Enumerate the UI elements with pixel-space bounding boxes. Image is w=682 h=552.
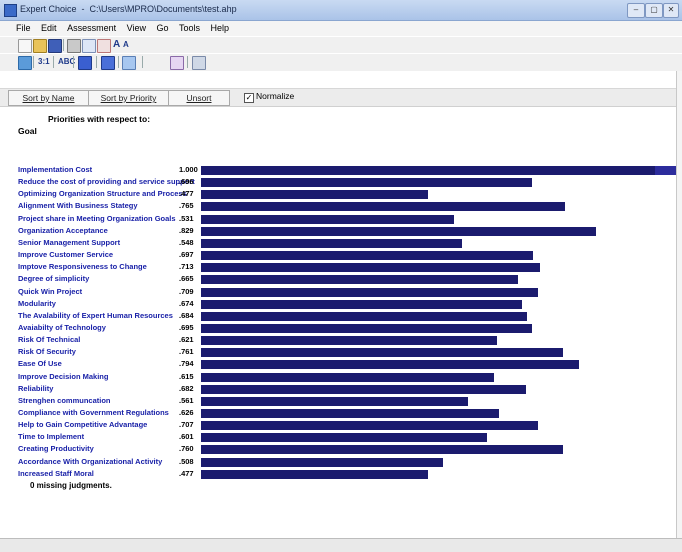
criterion-priority-bar xyxy=(201,324,532,333)
criterion-priority-bar xyxy=(201,445,563,454)
criterion-value: .761 xyxy=(179,347,194,356)
criterion-label[interactable]: The Avalability of Expert Human Resource… xyxy=(18,311,173,321)
criterion-priority-bar xyxy=(201,190,428,199)
criterion-priority-bar xyxy=(201,348,563,357)
criterion-label[interactable]: Increased Staff Moral xyxy=(18,469,94,479)
criterion-value: .477 xyxy=(179,189,194,198)
criterion-value: .682 xyxy=(179,384,194,393)
criterion-priority-bar xyxy=(201,166,677,175)
criterion-priority-bar xyxy=(201,433,487,442)
criterion-value: .665 xyxy=(179,274,194,283)
criterion-priority-bar xyxy=(201,458,443,467)
criterion-label[interactable]: Creating Productivity xyxy=(18,444,94,454)
criterion-value: .684 xyxy=(179,311,194,320)
criterion-label[interactable]: Reliability xyxy=(18,384,53,394)
criterion-value: .695 xyxy=(179,323,194,332)
criterion-label[interactable]: Modularity xyxy=(18,299,56,309)
criterion-priority-bar xyxy=(201,227,596,236)
criterion-value: .709 xyxy=(179,287,194,296)
criterion-priority-bar xyxy=(201,239,462,248)
criterion-priority-bar xyxy=(201,385,526,394)
criterion-priority-bar xyxy=(201,202,565,211)
criterion-label[interactable]: Improve Decision Making xyxy=(18,372,108,382)
criterion-value: .477 xyxy=(179,469,194,478)
criterion-value: .601 xyxy=(179,432,194,441)
criterion-priority-bar xyxy=(201,336,497,345)
criterion-priority-bar xyxy=(201,275,518,284)
criterion-label[interactable]: Strenghen communcation xyxy=(18,396,111,406)
criterion-label[interactable]: Degree of simplicity xyxy=(18,274,89,284)
criterion-label[interactable]: Accordance With Organizational Activity xyxy=(18,457,162,467)
criterion-value: .531 xyxy=(179,214,194,223)
criterion-value: .508 xyxy=(179,457,194,466)
criterion-value: .829 xyxy=(179,226,194,235)
criterion-label[interactable]: Quick Win Project xyxy=(18,287,82,297)
priority-bar-highlight xyxy=(655,166,677,175)
criterion-label[interactable]: Imptove Responsiveness to Change xyxy=(18,262,147,272)
criterion-priority-bar xyxy=(201,215,454,224)
criterion-priority-bar xyxy=(201,373,494,382)
criterion-value: .707 xyxy=(179,420,194,429)
criterion-priority-bar xyxy=(201,300,522,309)
criterion-priority-bar xyxy=(201,421,538,430)
criterion-label[interactable]: Organization Acceptance xyxy=(18,226,108,236)
criterion-label[interactable]: Time to Implement xyxy=(18,432,84,442)
criterion-label[interactable]: Ease Of Use xyxy=(18,359,62,369)
criterion-value: .548 xyxy=(179,238,194,247)
criterion-priority-bar xyxy=(201,409,499,418)
criterion-value: .760 xyxy=(179,444,194,453)
criterion-priority-bar xyxy=(201,360,579,369)
criterion-value: .615 xyxy=(179,372,194,381)
criterion-priority-bar xyxy=(201,263,540,272)
criterion-value: .794 xyxy=(179,359,194,368)
criterion-label[interactable]: Help to Gain Competitive Advantage xyxy=(18,420,147,430)
criterion-label[interactable]: Project share in Meeting Organization Go… xyxy=(18,214,176,224)
criterion-value: .697 xyxy=(179,250,194,259)
criterion-value: .765 xyxy=(179,201,194,210)
criterion-label[interactable]: Risk Of Security xyxy=(18,347,76,357)
criterion-priority-bar xyxy=(201,251,533,260)
criterion-priority-bar xyxy=(201,178,532,187)
criterion-value: 1.000 xyxy=(179,165,198,174)
criterion-priority-bar xyxy=(201,470,428,479)
criteria-chart: Implementation Cost 1.000 Reduce the cost … xyxy=(0,0,682,551)
criterion-label[interactable]: Alignment With Business Stategy xyxy=(18,201,138,211)
criterion-priority-bar xyxy=(201,397,468,406)
criterion-label[interactable]: Risk Of Technical xyxy=(18,335,80,345)
scrollbar-track[interactable] xyxy=(676,71,682,538)
criterion-priority-bar xyxy=(201,288,538,297)
status-bar xyxy=(0,538,682,552)
criterion-priority-bar xyxy=(201,312,527,321)
criterion-value: .696 xyxy=(179,177,194,186)
criterion-value: .626 xyxy=(179,408,194,417)
criterion-value: .674 xyxy=(179,299,194,308)
criterion-label[interactable]: Reduce the cost of providing and service… xyxy=(18,177,195,187)
criterion-label[interactable]: Senior Management Support xyxy=(18,238,120,248)
criterion-label[interactable]: Avaiabilty of Technology xyxy=(18,323,106,333)
criterion-value: .621 xyxy=(179,335,194,344)
criterion-label[interactable]: Improve Customer Service xyxy=(18,250,113,260)
criterion-value: .561 xyxy=(179,396,194,405)
missing-judgments: 0 missing judgments. xyxy=(30,481,112,490)
criterion-value: .713 xyxy=(179,262,194,271)
criterion-label[interactable]: Optimizing Organization Structure and Pr… xyxy=(18,189,187,199)
criterion-label[interactable]: Compliance with Government Regulations xyxy=(18,408,169,418)
criterion-label[interactable]: Implementation Cost xyxy=(18,165,92,175)
